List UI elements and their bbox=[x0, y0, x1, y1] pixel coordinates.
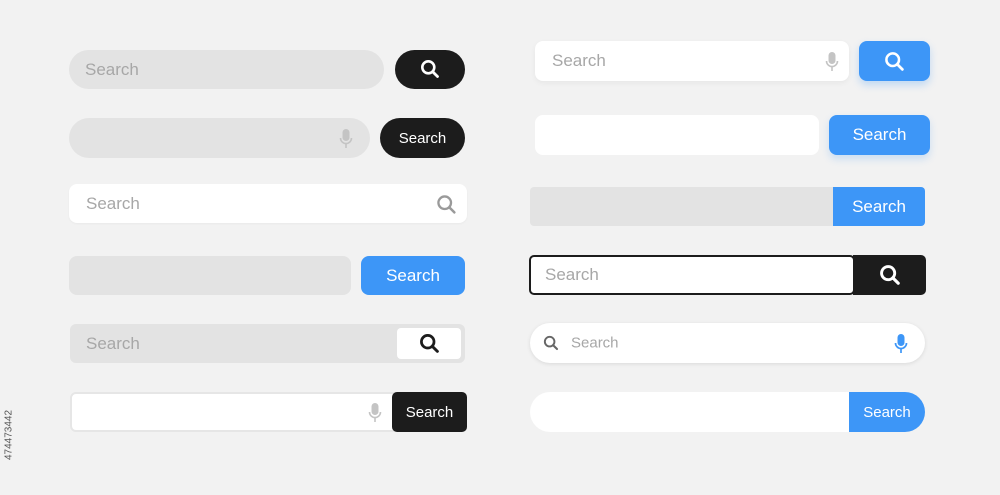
search-input[interactable] bbox=[530, 187, 833, 226]
search-button-label: Search bbox=[386, 265, 440, 285]
search-bar-10: Search bbox=[529, 255, 926, 295]
microphone-icon[interactable] bbox=[337, 128, 355, 150]
search-button[interactable]: Search bbox=[829, 115, 930, 155]
search-icon[interactable] bbox=[435, 193, 457, 215]
search-placeholder: Search bbox=[86, 333, 140, 353]
search-placeholder: Search bbox=[545, 265, 599, 284]
search-button-label: Search bbox=[398, 129, 447, 147]
search-button[interactable] bbox=[395, 50, 465, 89]
search-icon bbox=[884, 51, 905, 72]
search-icon bbox=[420, 59, 440, 79]
search-button-label: Search bbox=[852, 196, 906, 216]
search-bar-8: Search bbox=[535, 115, 930, 155]
search-input[interactable]: Search bbox=[535, 41, 849, 81]
search-button[interactable] bbox=[853, 255, 926, 295]
search-button[interactable]: Search bbox=[361, 256, 465, 295]
microphone-icon[interactable] bbox=[366, 402, 384, 424]
search-bar-6: Search bbox=[70, 392, 467, 432]
search-input[interactable] bbox=[69, 118, 370, 158]
search-bar-9: Search bbox=[530, 187, 925, 226]
search-icon bbox=[419, 333, 440, 354]
search-input[interactable]: Search bbox=[529, 255, 855, 295]
search-bar-3[interactable]: Search bbox=[69, 184, 467, 223]
search-bar-5[interactable]: Search bbox=[70, 324, 465, 363]
search-button[interactable]: Search bbox=[849, 392, 925, 432]
search-input[interactable]: Search bbox=[69, 50, 384, 89]
search-button-label: Search bbox=[405, 403, 454, 421]
search-button[interactable]: Search bbox=[380, 118, 465, 158]
search-bar-1: Search bbox=[69, 50, 465, 89]
search-bar-11[interactable]: Search bbox=[530, 323, 925, 363]
search-bar-7: Search bbox=[535, 41, 930, 81]
stock-image-id: 474473442 bbox=[3, 409, 15, 461]
search-placeholder: Search bbox=[552, 51, 606, 70]
search-bar-12: Search bbox=[530, 392, 925, 432]
search-bar-4: Search bbox=[69, 256, 465, 295]
search-bar-2: Search bbox=[69, 118, 465, 158]
search-input[interactable] bbox=[70, 392, 400, 432]
search-button-label: Search bbox=[852, 125, 907, 144]
search-placeholder: Search bbox=[86, 193, 140, 213]
search-placeholder: Search bbox=[85, 59, 139, 79]
search-input[interactable] bbox=[530, 392, 850, 432]
search-input[interactable] bbox=[535, 115, 819, 155]
microphone-icon[interactable] bbox=[892, 332, 910, 355]
search-button-label: Search bbox=[863, 403, 911, 421]
search-button[interactable]: Search bbox=[392, 392, 467, 432]
search-placeholder: Search bbox=[571, 334, 619, 352]
search-icon bbox=[879, 264, 901, 286]
microphone-icon[interactable] bbox=[823, 51, 841, 73]
search-button[interactable] bbox=[397, 328, 461, 359]
search-icon bbox=[543, 335, 559, 351]
search-button[interactable] bbox=[859, 41, 930, 81]
search-button[interactable]: Search bbox=[833, 187, 925, 226]
search-input[interactable] bbox=[69, 256, 351, 295]
